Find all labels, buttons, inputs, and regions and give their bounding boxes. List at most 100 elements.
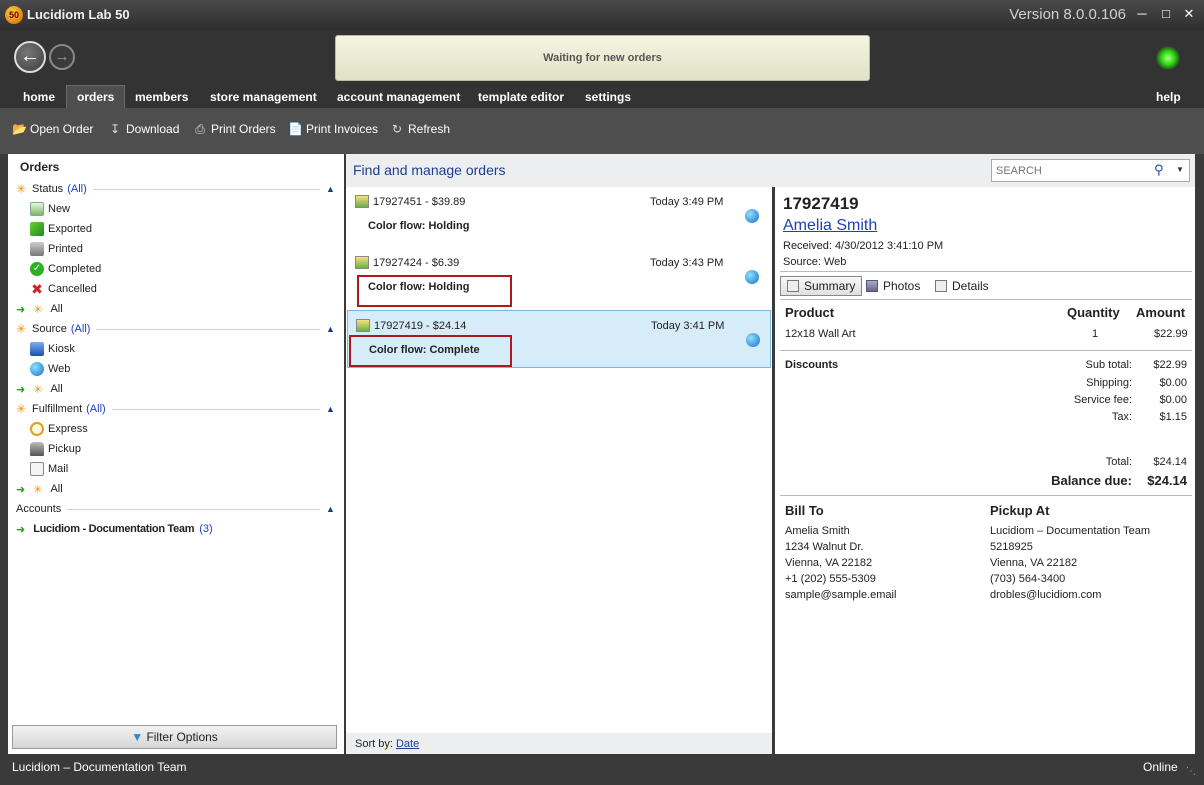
forward-icon[interactable]: → (49, 44, 75, 70)
chevron-up-icon[interactable]: ▲ (326, 504, 336, 514)
tab-settings[interactable]: settings (575, 86, 641, 108)
current-account: Lucidiom – Documentation Team (12, 760, 187, 774)
chevron-down-icon[interactable]: ▼ (1176, 165, 1184, 174)
filter-fulfillment-all[interactable]: ➜ ✳ All (16, 480, 63, 498)
filter-source-kiosk[interactable]: Kiosk (30, 340, 75, 358)
filter-status-new[interactable]: New (30, 200, 70, 218)
search-icon[interactable]: ⚲ (1154, 162, 1164, 178)
service-fee-label: Service fee: (1073, 394, 1132, 406)
filter-fulfillment-mail[interactable]: Mail (30, 460, 68, 478)
refresh-button[interactable]: ↻ Refresh (390, 122, 450, 136)
bill-to-line: 1234 Walnut Dr. (785, 541, 864, 553)
chevron-up-icon[interactable]: ▲ (326, 184, 336, 194)
tab-summary[interactable]: Summary (780, 276, 863, 296)
clock-icon (30, 422, 44, 436)
document-icon: 📄 (288, 122, 303, 136)
sort-by-date-link[interactable]: Date (396, 738, 419, 750)
close-icon[interactable]: ✕ (1179, 5, 1199, 23)
tab-account-management[interactable]: account management (327, 86, 470, 108)
highlight-box (349, 335, 512, 367)
back-icon[interactable]: ← (14, 41, 46, 73)
tab-help[interactable]: help (1146, 86, 1191, 108)
filter-icon: ▼ (131, 730, 144, 744)
star-icon: ✳ (33, 383, 43, 396)
maximize-icon[interactable]: □ (1156, 5, 1176, 23)
balance-due-value: $24.14 (1147, 473, 1187, 488)
order-id: 17927419 - $24.14 (374, 320, 467, 332)
toolbar: 📂 Open Order ↧ Download ⎙ Print Orders 📄 Pri… (0, 108, 1204, 154)
bill-to-line: Amelia Smith (785, 525, 850, 537)
tab-details[interactable]: Details (929, 276, 995, 296)
status-section-header[interactable]: ✳ Status (All) ▲ (16, 180, 336, 198)
bill-to-line: +1 (202) 555-5309 (785, 573, 876, 585)
filter-source-all[interactable]: ➜ ✳ All (16, 380, 63, 398)
title-bar: 50 Lucidiom Lab 50 Version 8.0.0.106 ─ □… (0, 0, 1204, 30)
source-section-header[interactable]: ✳ Source (All) ▲ (16, 320, 336, 338)
app-logo-icon: 50 (5, 6, 23, 24)
accounts-section-header[interactable]: Accounts ▲ (16, 500, 336, 518)
tab-home[interactable]: home (13, 86, 65, 108)
resize-grip-icon[interactable]: ⋱ (1186, 766, 1196, 777)
download-button[interactable]: ↧ Download (108, 122, 179, 136)
order-detail-panel (775, 187, 1195, 754)
status-all-link[interactable]: (All) (67, 183, 87, 195)
order-status-message: Waiting for new orders (335, 35, 870, 81)
print-orders-button[interactable]: ⎙ Print Orders (193, 122, 276, 136)
line-item-quantity: 1 (1092, 328, 1099, 340)
arrow-right-icon: ➜ (16, 523, 26, 536)
pickup-at-heading: Pickup At (990, 503, 1050, 518)
tab-template-editor[interactable]: template editor (468, 86, 574, 108)
filter-status-completed[interactable]: ✓ Completed (30, 260, 101, 278)
filter-status-all[interactable]: ➜ ✳ All (16, 300, 63, 318)
download-icon: ↧ (109, 122, 121, 136)
minimize-icon[interactable]: ─ (1132, 5, 1152, 23)
customer-name-link[interactable]: Amelia Smith (783, 217, 877, 235)
tab-members[interactable]: members (125, 86, 198, 108)
star-icon: ✳ (33, 483, 43, 496)
pickup-at-line: Lucidiom – Documentation Team (990, 525, 1150, 537)
received-date: Received: 4/30/2012 3:41:10 PM (783, 240, 944, 252)
open-order-button[interactable]: 📂 Open Order (12, 122, 93, 136)
filter-fulfillment-express[interactable]: Express (30, 420, 88, 438)
fulfillment-section-header[interactable]: ✳ Fulfillment (All) ▲ (16, 400, 336, 418)
order-row[interactable]: 17927451 - $39.89 Today 3:49 PM Color fl… (347, 187, 771, 245)
print-invoices-button[interactable]: 📄 Print Invoices (288, 122, 378, 136)
divider (780, 299, 1192, 300)
shipping-value: $0.00 (1159, 377, 1187, 389)
filter-status-printed[interactable]: Printed (30, 240, 83, 258)
filter-panel: Orders ✳ Status (All) ▲ New Exported Printe… (8, 154, 344, 754)
source-all-link[interactable]: (All) (71, 323, 91, 335)
filter-status-cancelled[interactable]: ✖ Cancelled (30, 280, 97, 298)
arrow-right-icon: ➜ (16, 383, 26, 396)
filter-status-exported[interactable]: Exported (30, 220, 92, 238)
search-input[interactable] (996, 163, 1146, 179)
star-icon: ✳ (16, 402, 27, 416)
globe-icon (746, 333, 760, 347)
tab-orders[interactable]: orders (66, 85, 126, 109)
filter-source-web[interactable]: Web (30, 360, 70, 378)
divider (780, 271, 1192, 272)
tax-label: Tax: (1111, 411, 1132, 423)
tab-store-management[interactable]: store management (200, 86, 327, 108)
filter-fulfillment-pickup[interactable]: Pickup (30, 440, 81, 458)
search-box[interactable]: ⚲ ▼ (991, 159, 1190, 182)
total-value: $24.14 (1153, 456, 1187, 468)
online-indicator-icon (1156, 46, 1180, 70)
tax-value: $1.15 (1159, 411, 1187, 423)
star-icon: ✳ (16, 322, 27, 336)
filter-options-button[interactable]: ▼ Filter Options (12, 725, 337, 749)
tab-photos[interactable]: Photos (860, 276, 926, 296)
chevron-up-icon[interactable]: ▲ (326, 404, 336, 414)
version-label: Version 8.0.0.106 (1009, 6, 1126, 23)
cancel-icon: ✖ (31, 281, 43, 297)
account-item[interactable]: ➜ Lucidiom - Documentation Team (3) (16, 520, 213, 538)
fulfillment-all-link[interactable]: (All) (86, 403, 106, 415)
service-fee-value: $0.00 (1159, 394, 1187, 406)
photos-icon (866, 280, 878, 292)
discounts-label: Discounts (785, 359, 839, 371)
order-source: Source: Web (783, 256, 847, 268)
order-time: Today 3:41 PM (651, 320, 725, 332)
total-label: Total: (1105, 456, 1132, 468)
chevron-up-icon[interactable]: ▲ (326, 324, 336, 334)
subtotal-label: Sub total: (1085, 359, 1132, 371)
